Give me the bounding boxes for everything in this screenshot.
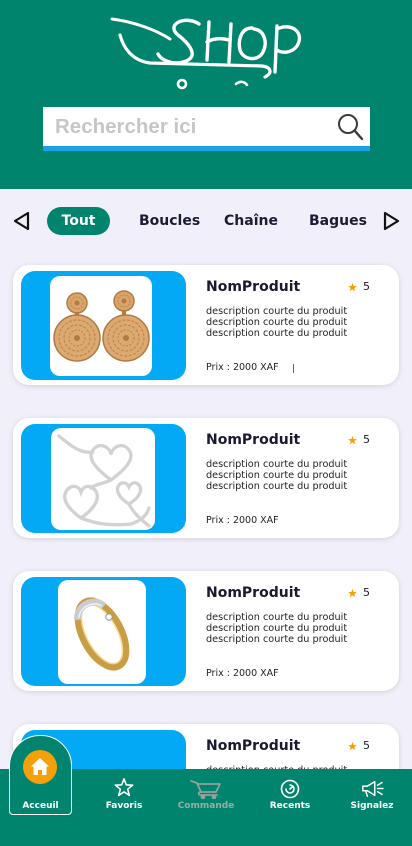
product-name[interactable]: NomProduit: [206, 431, 300, 449]
product-rating: 5: [346, 739, 390, 755]
product-rating: 5: [346, 280, 390, 296]
ring-image: [73, 597, 130, 671]
star-icon: [348, 741, 357, 751]
clock-icon: [280, 779, 300, 799]
product-price: Prix : 2000 XAF: [206, 668, 279, 679]
nav-item-signalez[interactable]: Signalez: [332, 777, 412, 817]
description-line: description courte du produit: [206, 306, 348, 317]
description-line: description courte du produit: [206, 328, 348, 339]
product-image: [51, 428, 155, 530]
home-button[interactable]: [23, 750, 57, 784]
megaphone-icon: [362, 780, 384, 797]
star-icon: [348, 435, 357, 445]
nav-label: Commande: [177, 801, 235, 811]
nav-label: Acceuil: [22, 801, 59, 811]
description-line: description courte du produit: [206, 634, 348, 645]
search-underline: [43, 146, 370, 151]
product-name[interactable]: NomProduit: [206, 737, 300, 755]
rating-value: 5: [363, 280, 370, 293]
description-line: description courte du produit: [206, 317, 348, 328]
description-line: description courte du produit: [206, 612, 348, 623]
home-icon: [31, 758, 49, 775]
triangle-left-icon[interactable]: [12, 211, 32, 231]
search-icon[interactable]: [334, 111, 366, 143]
product-name[interactable]: NomProduit: [206, 278, 300, 296]
nav-label: Favoris: [105, 801, 143, 811]
category-boucles[interactable]: Boucles: [139, 207, 200, 235]
nav-item-acceuil[interactable]: Acceuil: [9, 735, 72, 815]
star-icon: [348, 282, 357, 292]
app-header: [0, 0, 412, 189]
nav-item-recents[interactable]: Recents: [250, 777, 330, 817]
category-bagues[interactable]: Bagues: [309, 207, 367, 235]
product-image: [58, 580, 146, 684]
product-card[interactable]: NomProduit 5 description courte du produ…: [13, 265, 399, 385]
description-line: description courte du produit: [206, 470, 348, 481]
product-image-background[interactable]: [21, 424, 186, 533]
necklace-image: [57, 434, 151, 528]
product-description: description courte du produit descriptio…: [206, 612, 347, 645]
product-rating: 5: [346, 433, 390, 449]
product-image: [50, 276, 152, 376]
triangle-right-icon[interactable]: [381, 211, 401, 231]
rating-value: 5: [363, 739, 370, 752]
product-price: Prix : 2000 XAF: [206, 362, 279, 373]
star-outline-icon: [114, 778, 134, 797]
category-tout[interactable]: Tout: [47, 207, 110, 235]
shop-logo[interactable]: [0, 0, 412, 100]
rating-value: 5: [363, 586, 370, 599]
description-line: description courte du produit: [206, 623, 348, 634]
rating-value: 5: [363, 433, 370, 446]
product-image-background[interactable]: [21, 577, 186, 686]
nav-item-commande[interactable]: Commande: [166, 777, 246, 817]
product-card[interactable]: NomProduit 5 description courte du produ…: [13, 571, 399, 691]
category-chaine[interactable]: Chaîne: [224, 207, 278, 235]
product-description: description courte du produit descriptio…: [206, 306, 347, 339]
earrings-image: [53, 290, 150, 362]
nav-label: Recents: [269, 801, 311, 811]
product-description: description courte du produit descriptio…: [206, 459, 347, 492]
description-line: description courte du produit: [206, 459, 348, 470]
product-name[interactable]: NomProduit: [206, 584, 300, 602]
description-line: description courte du produit: [206, 481, 348, 492]
cart-icon: [190, 780, 221, 799]
nav-item-favoris[interactable]: Favoris: [84, 777, 164, 817]
search-input[interactable]: [43, 107, 328, 146]
text-cursor: [293, 364, 294, 373]
nav-label: Signalez: [350, 801, 394, 811]
product-card[interactable]: NomProduit 5 description courte du produ…: [13, 418, 399, 538]
product-rating: 5: [346, 586, 390, 602]
search-bar[interactable]: [43, 107, 370, 146]
product-image-background[interactable]: [21, 271, 186, 380]
star-icon: [348, 588, 357, 598]
product-price: Prix : 2000 XAF: [206, 515, 279, 526]
